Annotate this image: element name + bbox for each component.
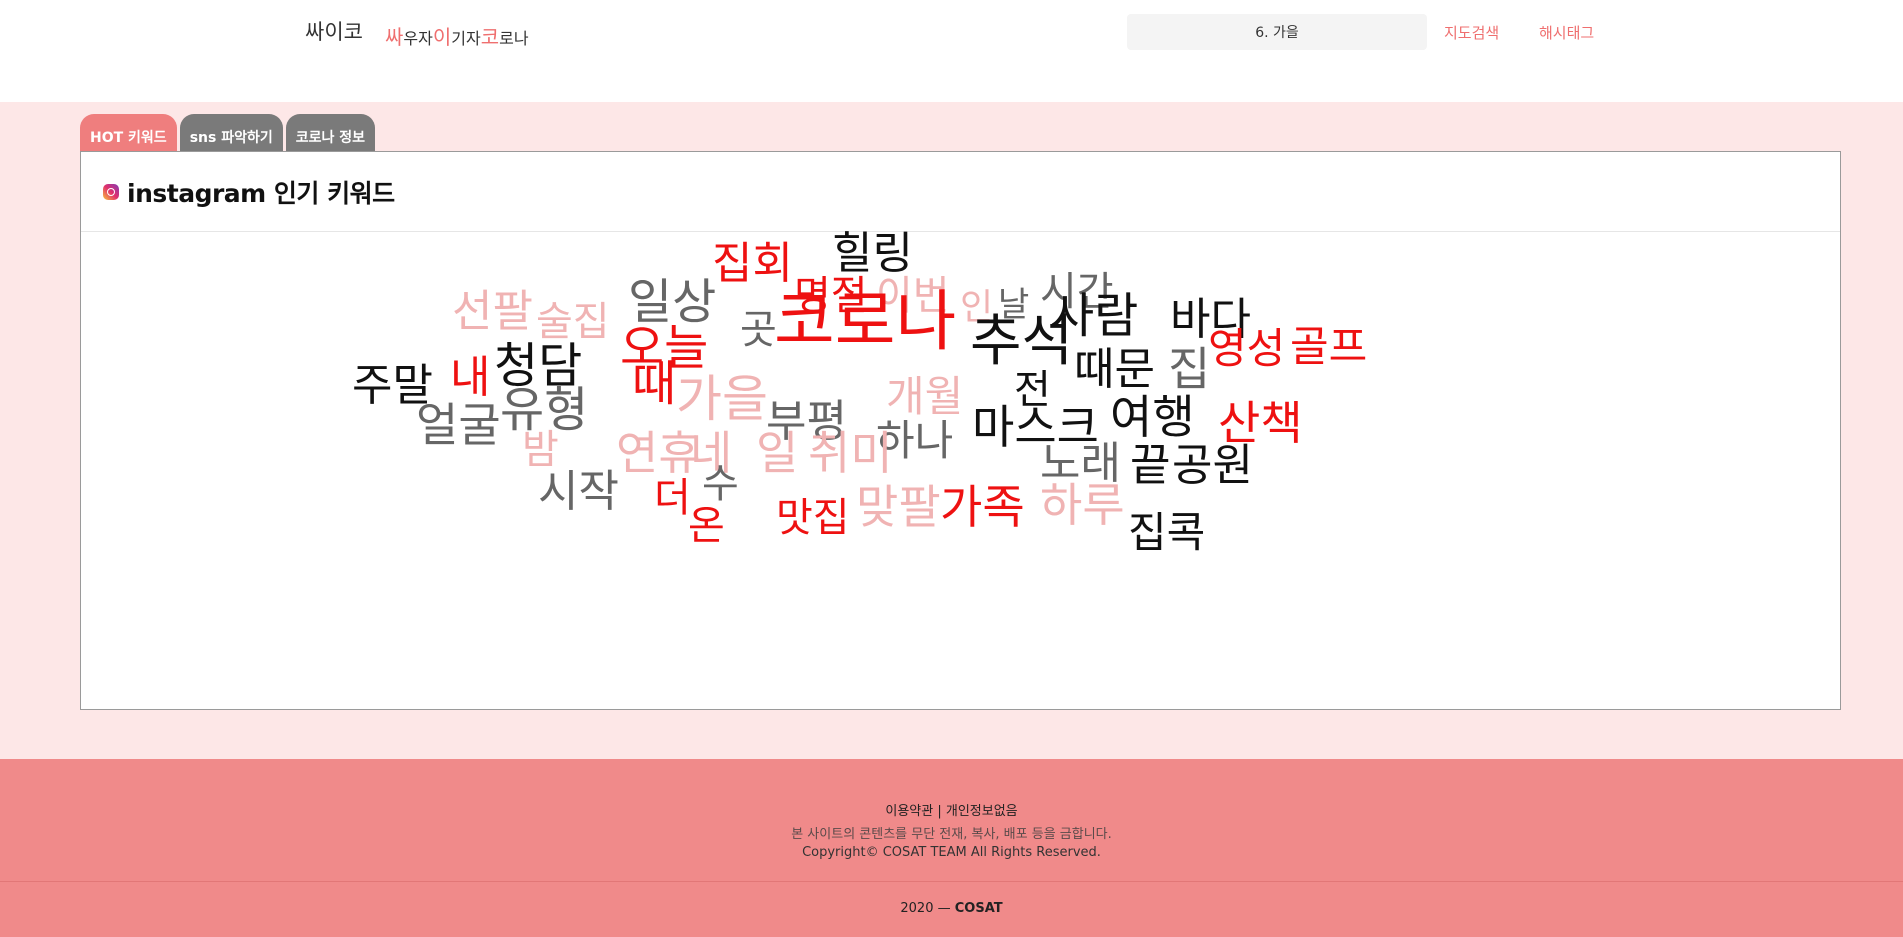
- word-cloud-keyword[interactable]: 시작: [538, 470, 619, 514]
- word-cloud-keyword[interactable]: 집: [1168, 346, 1210, 392]
- tab-corona-info[interactable]: 코로나 정보: [285, 114, 375, 151]
- panel-title: instagram 인기 키워드: [127, 178, 395, 208]
- word-cloud-keyword[interactable]: 추석: [970, 314, 1073, 370]
- footer-team: COSAT: [954, 901, 1003, 916]
- tagline-part: 기자: [451, 29, 481, 48]
- tagline-part: 우자: [403, 29, 433, 48]
- tab-sns[interactable]: sns 파악하기: [179, 114, 283, 151]
- instagram-icon: [103, 183, 119, 200]
- word-cloud-keyword[interactable]: 개월: [886, 376, 963, 418]
- tab-bar: HOT 키워드 sns 파악하기 코로나 정보: [80, 114, 375, 151]
- footer-year: 2020 — COSAT: [0, 901, 1903, 916]
- nav-map-search[interactable]: 지도검색: [1444, 22, 1499, 43]
- footer-notice: 본 사이트의 콘텐츠를 무단 전재, 복사, 배포 등을 금합니다.: [791, 827, 1112, 842]
- tagline-part: 로나: [499, 29, 529, 48]
- word-cloud-keyword[interactable]: 밤: [522, 430, 559, 470]
- word-cloud-keyword[interactable]: 코로나: [774, 289, 956, 355]
- brand-tagline: 싸 우자 이 기자 코 로나: [385, 21, 529, 50]
- word-cloud-keyword[interactable]: 더: [654, 478, 691, 518]
- word-cloud-keyword[interactable]: 집회: [712, 242, 793, 286]
- word-cloud-keyword[interactable]: 온: [688, 506, 725, 546]
- keyword-panel: instagram 인기 키워드: [80, 151, 1841, 710]
- nav-hashtag[interactable]: 해시태그: [1539, 22, 1594, 43]
- word-cloud-keyword[interactable]: 수: [702, 464, 739, 504]
- word-cloud-keyword[interactable]: 맛집: [776, 498, 850, 538]
- word-cloud-keyword[interactable]: 가을: [676, 374, 768, 424]
- tagline-part: 코: [480, 25, 500, 49]
- site-footer: 이용약관 | 개인정보없음 본 사이트의 콘텐츠를 무단 전재, 복사, 배포 …: [0, 759, 1903, 937]
- word-cloud-keyword[interactable]: 여행: [1110, 394, 1195, 440]
- word-cloud-keyword[interactable]: 맞팔: [856, 484, 941, 530]
- word-cloud-keyword[interactable]: 일: [756, 430, 798, 476]
- brand-logo[interactable]: 싸이코: [305, 16, 363, 46]
- tagline-part: 싸: [385, 25, 404, 49]
- footer-divider: [0, 881, 1903, 882]
- word-cloud-keyword[interactable]: 연휴: [616, 430, 701, 476]
- word-cloud-keyword[interactable]: 얼굴: [416, 402, 501, 448]
- word-cloud-keyword[interactable]: 힐링: [832, 232, 913, 276]
- word-cloud-keyword[interactable]: 술집: [536, 302, 610, 342]
- panel-header: instagram 인기 키워드: [81, 152, 1840, 232]
- tab-hot-keyword[interactable]: HOT 키워드: [80, 114, 177, 151]
- word-cloud-keyword[interactable]: 선팔: [452, 290, 533, 334]
- tagline-part: 이: [432, 25, 452, 49]
- word-cloud-keyword[interactable]: 하루: [1040, 482, 1125, 528]
- word-cloud-keyword[interactable]: 끝: [1130, 444, 1170, 488]
- word-cloud-keyword[interactable]: 곳: [740, 310, 777, 350]
- footer-links[interactable]: 이용약관 | 개인정보없음: [0, 800, 1903, 819]
- word-cloud-keyword[interactable]: 때: [632, 360, 676, 408]
- footer-year-text: 2020 —: [900, 901, 955, 916]
- footer-copyright: Copyright© COSAT TEAM All Rights Reserve…: [802, 845, 1101, 860]
- word-cloud-keyword[interactable]: 골프: [1290, 326, 1367, 368]
- word-cloud-keyword[interactable]: 때문: [1074, 348, 1155, 392]
- word-cloud-keyword[interactable]: 내: [450, 356, 490, 400]
- word-cloud-keyword[interactable]: 가족: [940, 484, 1025, 530]
- word-cloud-keyword[interactable]: 취미: [808, 430, 893, 476]
- site-header: 싸이코 싸 우자 이 기자 코 로나 6. 가을 지도검색 해시태그: [0, 0, 1903, 102]
- word-cloud-keyword[interactable]: 공원: [1172, 444, 1253, 488]
- search-input[interactable]: 6. 가을: [1127, 14, 1427, 50]
- word-cloud-keyword[interactable]: 영성: [1208, 328, 1285, 370]
- word-cloud-keyword[interactable]: 집콕: [1128, 512, 1205, 554]
- word-cloud-keyword[interactable]: 일상: [628, 278, 716, 326]
